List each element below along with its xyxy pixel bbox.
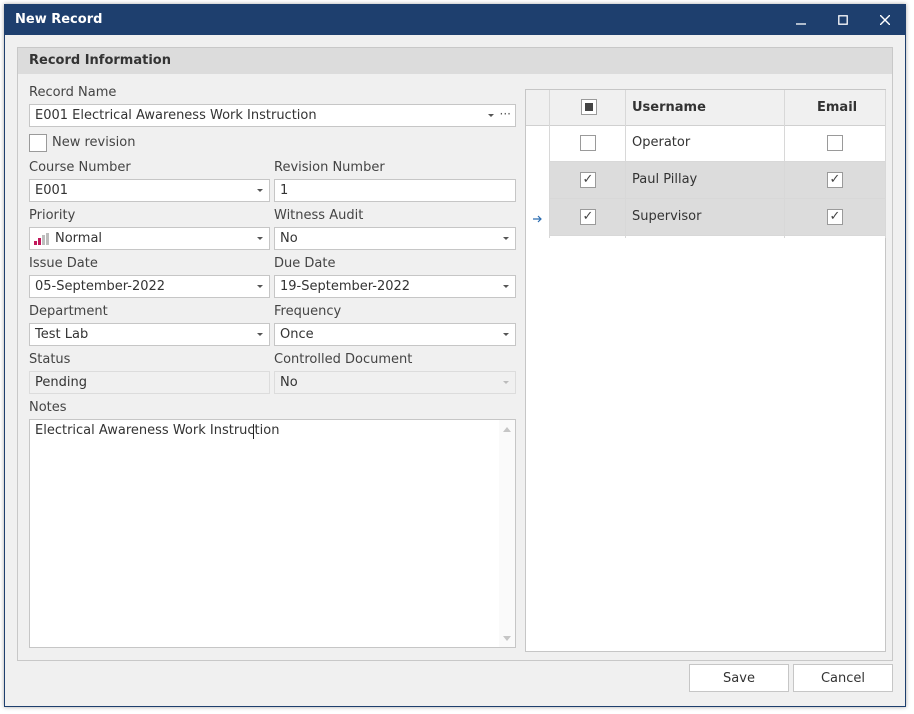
witness-audit-field[interactable]: No: [274, 227, 516, 250]
witness-audit-label: Witness Audit: [274, 208, 364, 223]
indeterminate-mark-icon: [585, 103, 593, 111]
grid-divider: [549, 90, 550, 238]
record-name-field[interactable]: E001 Electrical Awareness Work Instructi…: [29, 104, 516, 127]
status-label: Status: [29, 352, 71, 367]
table-row[interactable]: Operator: [550, 125, 885, 162]
new-record-dialog: New Record Record Information Record Nam…: [4, 4, 906, 707]
maximize-icon: [838, 15, 848, 25]
grid-divider: [625, 90, 626, 238]
revision-number-value: 1: [280, 183, 289, 198]
cancel-button[interactable]: Cancel: [793, 664, 893, 692]
department-value: Test Lab: [35, 327, 89, 342]
grid-divider: [784, 90, 785, 238]
chevron-down-icon[interactable]: [500, 228, 512, 249]
email-column-header[interactable]: Email: [817, 100, 857, 115]
record-name-label: Record Name: [29, 85, 117, 100]
close-icon: [880, 15, 890, 25]
group-title: Record Information: [29, 53, 171, 68]
email-checkbox[interactable]: [827, 135, 843, 151]
scroll-up-icon[interactable]: [503, 427, 511, 432]
revision-number-field[interactable]: 1: [274, 179, 516, 202]
controlled-document-field: No: [274, 371, 516, 394]
text-caret: [253, 424, 254, 439]
username-cell: Paul Pillay: [632, 172, 698, 187]
save-button[interactable]: Save: [689, 664, 789, 692]
grid-divider: [885, 90, 886, 238]
record-name-value: E001 Electrical Awareness Work Instructi…: [35, 108, 317, 123]
priority-label: Priority: [29, 208, 76, 223]
revision-number-label: Revision Number: [274, 160, 385, 175]
checkmark-icon: ✓: [829, 209, 841, 224]
frequency-value: Once: [280, 327, 314, 342]
due-date-field[interactable]: 19-September-2022: [274, 275, 516, 298]
close-button[interactable]: [865, 5, 905, 35]
chevron-down-icon[interactable]: [254, 228, 266, 249]
title-bar: New Record: [5, 5, 905, 35]
issue-date-field[interactable]: 05-September-2022: [29, 275, 270, 298]
ellipsis-icon[interactable]: ···: [500, 107, 511, 121]
chevron-down-icon[interactable]: [254, 324, 266, 345]
priority-signal-icon: [34, 233, 49, 245]
course-number-value: E001: [35, 183, 69, 198]
select-all-checkbox[interactable]: [581, 99, 597, 115]
priority-value: Normal: [55, 231, 103, 246]
table-row[interactable]: ✓ Supervisor ✓: [550, 199, 885, 236]
username-column-header[interactable]: Username: [632, 100, 706, 115]
username-cell: Operator: [632, 135, 691, 150]
chevron-down-icon[interactable]: [254, 276, 266, 297]
grid-header: Username Email: [526, 90, 885, 126]
chevron-down-icon[interactable]: [500, 276, 512, 297]
email-checkbox[interactable]: ✓: [827, 172, 843, 188]
window-title: New Record: [15, 12, 103, 27]
maximize-button[interactable]: [823, 5, 863, 35]
chevron-down-icon[interactable]: [254, 180, 266, 201]
minimize-icon: [796, 23, 806, 25]
notes-value: Electrical Awareness Work Instruction: [35, 423, 280, 438]
checkmark-icon: ✓: [582, 172, 594, 187]
notes-scrollbar[interactable]: [499, 420, 515, 647]
notes-textarea[interactable]: Electrical Awareness Work Instruction: [29, 419, 516, 648]
new-revision-label: New revision: [52, 135, 136, 150]
chevron-down-icon: [500, 372, 512, 393]
department-label: Department: [29, 304, 108, 319]
username-cell: Supervisor: [632, 209, 702, 224]
frequency-label: Frequency: [274, 304, 342, 319]
course-number-field[interactable]: E001: [29, 179, 270, 202]
priority-field[interactable]: Normal: [29, 227, 270, 250]
controlled-document-label: Controlled Document: [274, 352, 413, 367]
notes-label: Notes: [29, 400, 67, 415]
checkmark-icon: ✓: [829, 172, 841, 187]
current-row-arrow-icon: [533, 215, 542, 223]
record-name-dropdown-icon[interactable]: [485, 105, 497, 126]
issue-date-label: Issue Date: [29, 256, 98, 271]
row-select-checkbox[interactable]: ✓: [580, 172, 596, 188]
minimize-button[interactable]: [781, 5, 821, 35]
issue-date-value: 05-September-2022: [35, 279, 166, 294]
users-grid: Username Email Operator ✓ Paul Pillay ✓ …: [525, 89, 886, 652]
row-select-checkbox[interactable]: ✓: [580, 209, 596, 225]
frequency-field[interactable]: Once: [274, 323, 516, 346]
chevron-down-icon[interactable]: [500, 324, 512, 345]
due-date-value: 19-September-2022: [280, 279, 411, 294]
status-field: Pending: [29, 371, 270, 394]
status-value: Pending: [35, 375, 87, 390]
email-checkbox[interactable]: ✓: [827, 209, 843, 225]
new-revision-checkbox[interactable]: [29, 134, 47, 152]
group-header: Record Information: [18, 48, 892, 74]
department-field[interactable]: Test Lab: [29, 323, 270, 346]
table-row[interactable]: ✓ Paul Pillay ✓: [550, 162, 885, 199]
controlled-document-value: No: [280, 375, 298, 390]
witness-audit-value: No: [280, 231, 298, 246]
scroll-down-icon[interactable]: [503, 636, 511, 641]
checkmark-icon: ✓: [582, 209, 594, 224]
due-date-label: Due Date: [274, 256, 336, 271]
row-select-checkbox[interactable]: [580, 135, 596, 151]
course-number-label: Course Number: [29, 160, 131, 175]
